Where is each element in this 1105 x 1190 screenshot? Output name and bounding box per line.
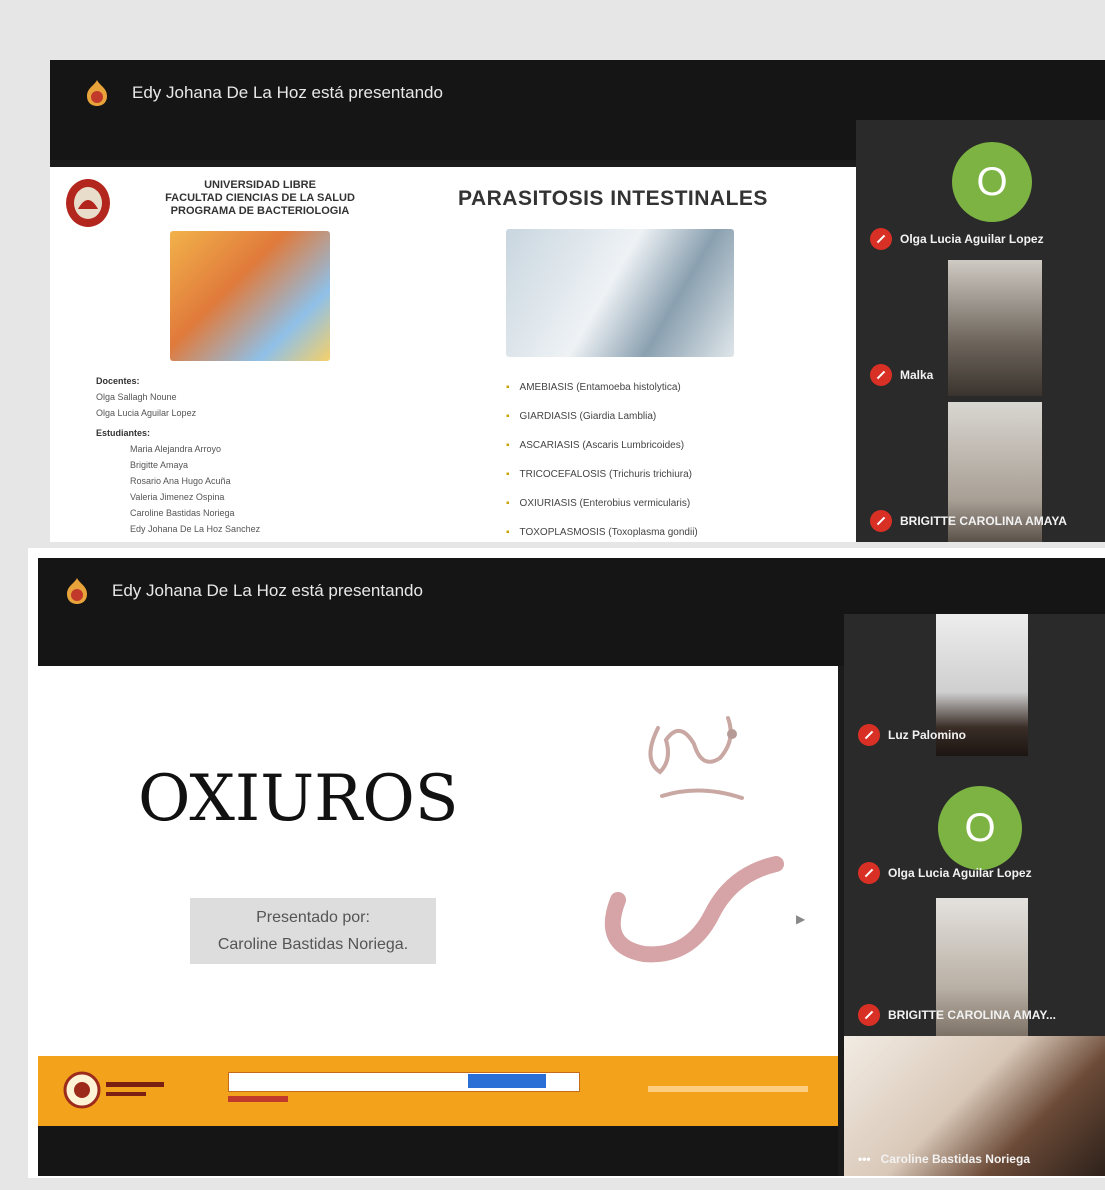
mic-off-icon (858, 1004, 880, 1026)
slide-title: PARASITOSIS INTESTINALES (458, 187, 768, 210)
parasite-item: GIARDIASIS (Giardia Lamblia) (506, 402, 698, 431)
participant-tile[interactable]: Malka (856, 260, 1105, 396)
presenter-text: Edy Johana De La Hoz está presentando (132, 83, 443, 102)
banner-accent (228, 1096, 288, 1102)
participant-tile[interactable]: Luz Palomino (844, 614, 1105, 756)
participant-tile[interactable]: BRIGITTE CAROLINA AMAY... (844, 894, 1105, 1036)
presentation-slide: OXIUROS Presentado por: Caroline Bastida… (38, 666, 838, 1056)
docentes-label: Docentes: (96, 376, 140, 386)
estudiante-name: Brigitte Amaya (130, 460, 189, 470)
meet-screenshot-top: Edy Johana De La Hoz está presentando UN… (50, 60, 1105, 542)
worm-icon (636, 700, 756, 815)
search-button (468, 1074, 546, 1088)
parasite-item: TOXOPLASMOSIS (Toxoplasma gondii) (506, 518, 698, 542)
estudiantes-label: Estudiantes: (96, 428, 151, 438)
estudiante-name: Maria Alejandra Arroyo (130, 444, 222, 454)
participant-name: Olga Lucia Aguilar Lopez (858, 862, 1032, 884)
participant-label: BRIGITTE CAROLINA AMAYA (900, 514, 1067, 528)
university-line: UNIVERSIDAD LIBRE (204, 179, 316, 191)
university-logo-icon (80, 76, 114, 110)
university-seal-icon (64, 177, 112, 234)
mic-off-icon (870, 364, 892, 386)
microscope-photo (506, 229, 734, 357)
mic-off-icon (858, 724, 880, 746)
faculty-line: FACULTAD CIENCIAS DE LA SALUD (165, 192, 355, 204)
avatar: O (952, 142, 1032, 222)
docente-name: Olga Lucia Aguilar Lopez (96, 408, 197, 418)
participant-name: Malka (870, 364, 933, 386)
participant-name: Luz Palomino (858, 724, 966, 746)
presentation-slide: UNIVERSIDAD LIBRE FACULTAD CIENCIAS DE L… (50, 167, 856, 542)
avatar: O (938, 786, 1022, 870)
mic-off-icon (870, 228, 892, 250)
camera-feed (948, 260, 1042, 396)
participant-tile[interactable]: ••• Caroline Bastidas Noriega (844, 1036, 1105, 1176)
presenting-icon: ••• (858, 1152, 871, 1166)
participant-name: BRIGITTE CAROLINA AMAY... (858, 1004, 1056, 1026)
team-list: Docentes: Olga Sallagh Noune Olga Lucia … (96, 373, 296, 537)
estudiante-name: Valeria Jimenez Ospina (130, 492, 225, 502)
participant-label: Olga Lucia Aguilar Lopez (900, 232, 1044, 246)
participant-label: BRIGITTE CAROLINA AMAY... (888, 1008, 1057, 1022)
presenter-name: Caroline Bastidas Noriega. (217, 936, 409, 953)
mic-off-icon (858, 862, 880, 884)
docente-name: Olga Sallagh Noune (96, 392, 177, 402)
worm-icon (594, 842, 784, 977)
parasite-item: TRICOCEFALOSIS (Trichuris trichiura) (506, 460, 698, 489)
participant-tile[interactable]: BRIGITTE CAROLINA AMAYA (856, 396, 1105, 542)
footer-banner (38, 1056, 838, 1126)
participant-label: Caroline Bastidas Noriega (880, 1152, 1030, 1166)
mic-off-icon (870, 510, 892, 532)
participant-name: BRIGITTE CAROLINA AMAYA (870, 510, 1067, 532)
participant-tile[interactable]: O Olga Lucia Aguilar Lopez (844, 756, 1105, 894)
parasite-list: AMEBIASIS (Entamoeba histolytica) GIARDI… (506, 373, 698, 542)
presented-by-label: Presentado por: (256, 909, 370, 926)
children-photo (170, 231, 330, 361)
parasite-item: OXIURIASIS (Enterobius vermicularis) (506, 489, 698, 518)
program-line: PROGRAMA DE BACTERIOLOGIA (170, 205, 350, 217)
logo-icon (62, 1070, 172, 1115)
estudiante-name: Caroline Bastidas Noriega (130, 508, 235, 518)
university-heading: UNIVERSIDAD LIBRE FACULTAD CIENCIAS DE L… (110, 179, 410, 218)
slide-title: OXIUROS (138, 762, 459, 836)
presenter-banner: Edy Johana De La Hoz está presentando (80, 76, 443, 110)
estudiante-name: Rosario Ana Hugo Acuña (130, 476, 231, 486)
parasite-item: ASCARIASIS (Ascaris Lumbricoides) (506, 431, 698, 460)
presenter-banner: Edy Johana De La Hoz está presentando (60, 574, 423, 608)
banner-text-placeholder (648, 1086, 808, 1092)
parasite-item: AMEBIASIS (Entamoeba histolytica) (506, 373, 698, 402)
university-logo-icon (60, 574, 94, 608)
banner-shadow (38, 1126, 838, 1176)
presenter-text: Edy Johana De La Hoz está presentando (112, 581, 423, 600)
meet-screenshot-bottom: Edy Johana De La Hoz está presentando OX… (38, 558, 1105, 1176)
participant-label: Malka (900, 368, 934, 382)
estudiante-name: Edy Johana De La Hoz Sanchez (130, 524, 261, 534)
participant-label: Olga Lucia Aguilar Lopez (888, 866, 1032, 880)
participant-name: Olga Lucia Aguilar Lopez (870, 228, 1044, 250)
participant-name: ••• Caroline Bastidas Noriega (858, 1152, 1030, 1166)
participant-tile[interactable]: O Olga Lucia Aguilar Lopez (856, 120, 1105, 260)
participant-label: Luz Palomino (888, 728, 966, 742)
cursor-icon: ▶ (796, 912, 806, 926)
presented-by-box: Presentado por: Caroline Bastidas Norieg… (190, 898, 436, 964)
